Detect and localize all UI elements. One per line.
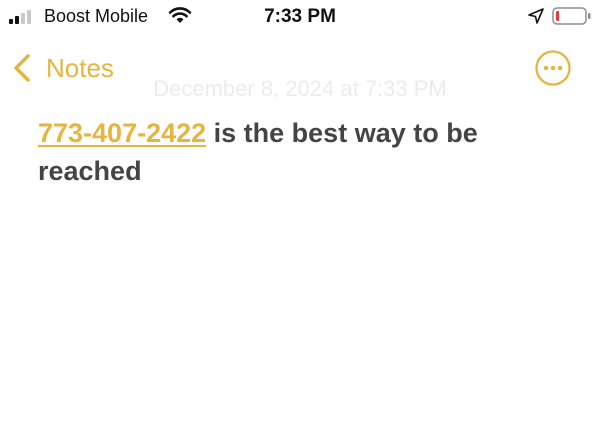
status-time: 7:33 PM (264, 6, 336, 27)
status-bar: Boost Mobile 7:33 PM (0, 0, 600, 34)
phone-number-link[interactable]: 773-407-2422 (38, 118, 206, 148)
more-icon[interactable] (534, 49, 572, 87)
battery-icon (552, 7, 591, 25)
note-date-ghost: December 8, 2024 at 7:33 PM (153, 76, 447, 101)
note-body[interactable]: 773-407-2422 is the best way to be reach… (38, 114, 568, 190)
location-arrow-icon (528, 8, 544, 24)
nav-bar: Notes December 8, 2024 at 7:33 PM (0, 40, 600, 101)
